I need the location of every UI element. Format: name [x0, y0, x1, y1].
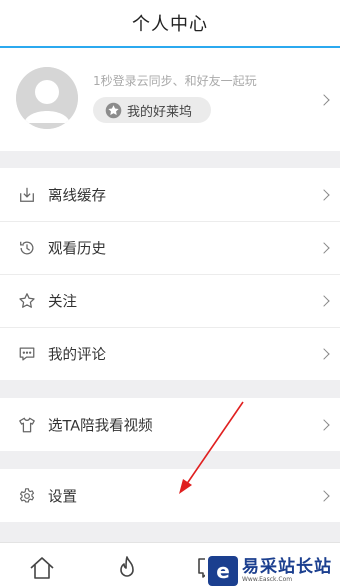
shirt-icon — [19, 417, 35, 432]
menu-item-label: 选TA陪我看视频 — [48, 418, 153, 434]
star-icon — [105, 102, 122, 118]
watermark-logo: e — [208, 555, 238, 586]
menu-item-my-comments[interactable]: 我的评论 — [0, 327, 340, 380]
history-icon — [20, 241, 34, 254]
chevron-right-icon — [318, 294, 330, 307]
home-icon[interactable] — [29, 555, 55, 581]
chevron-right-icon — [318, 418, 330, 431]
menu-item-label: 离线缓存 — [48, 188, 106, 204]
svg-text:e: e — [216, 559, 230, 583]
chevron-right-icon — [318, 188, 330, 201]
my-hollywood-label: 我的好莱坞 — [127, 104, 193, 120]
watermark-subtitle: Www.Easck.Com — [242, 575, 293, 583]
default-avatar-icon[interactable] — [16, 67, 78, 129]
menu-item-watch-history[interactable]: 观看历史 — [0, 221, 340, 274]
menu-item-follow[interactable]: 关注 — [0, 274, 340, 327]
login-prompt: 1秒登录云同步、和好友一起玩 — [93, 74, 257, 88]
profile-card[interactable]: 1秒登录云同步、和好友一起玩 我的好莱坞 — [0, 48, 340, 151]
chevron-right-icon — [318, 489, 330, 502]
menu-item-companion-video[interactable]: 选TA陪我看视频 — [0, 398, 340, 451]
menu-group-main: 离线缓存 观看历史 关注 我的评论 — [0, 168, 340, 380]
menu-item-label: 我的评论 — [48, 347, 106, 363]
menu-item-label: 观看历史 — [48, 241, 106, 257]
download-icon — [20, 187, 34, 202]
menu-group-companion: 选TA陪我看视频 — [0, 398, 340, 451]
header-bar: 个人中心 — [0, 0, 340, 48]
chevron-right-icon — [318, 93, 330, 106]
gear-icon — [19, 487, 35, 503]
my-hollywood-button[interactable]: 我的好莱坞 — [93, 97, 211, 123]
watermark-title: 易采站长站 — [242, 556, 332, 577]
menu-item-settings[interactable]: 设置 — [0, 469, 340, 522]
comment-icon — [19, 347, 35, 360]
watermark: e 易采站长站 Www.Easck.Com — [205, 553, 340, 588]
menu-item-offline-cache[interactable]: 离线缓存 — [0, 168, 340, 221]
page-title: 个人中心 — [132, 14, 208, 35]
star-outline-icon — [19, 292, 35, 308]
menu-item-label: 关注 — [48, 294, 77, 310]
chevron-right-icon — [318, 241, 330, 254]
chevron-right-icon — [318, 347, 330, 360]
menu-group-settings: 设置 — [0, 469, 340, 522]
fire-icon[interactable] — [114, 555, 140, 581]
menu-item-label: 设置 — [48, 489, 77, 505]
